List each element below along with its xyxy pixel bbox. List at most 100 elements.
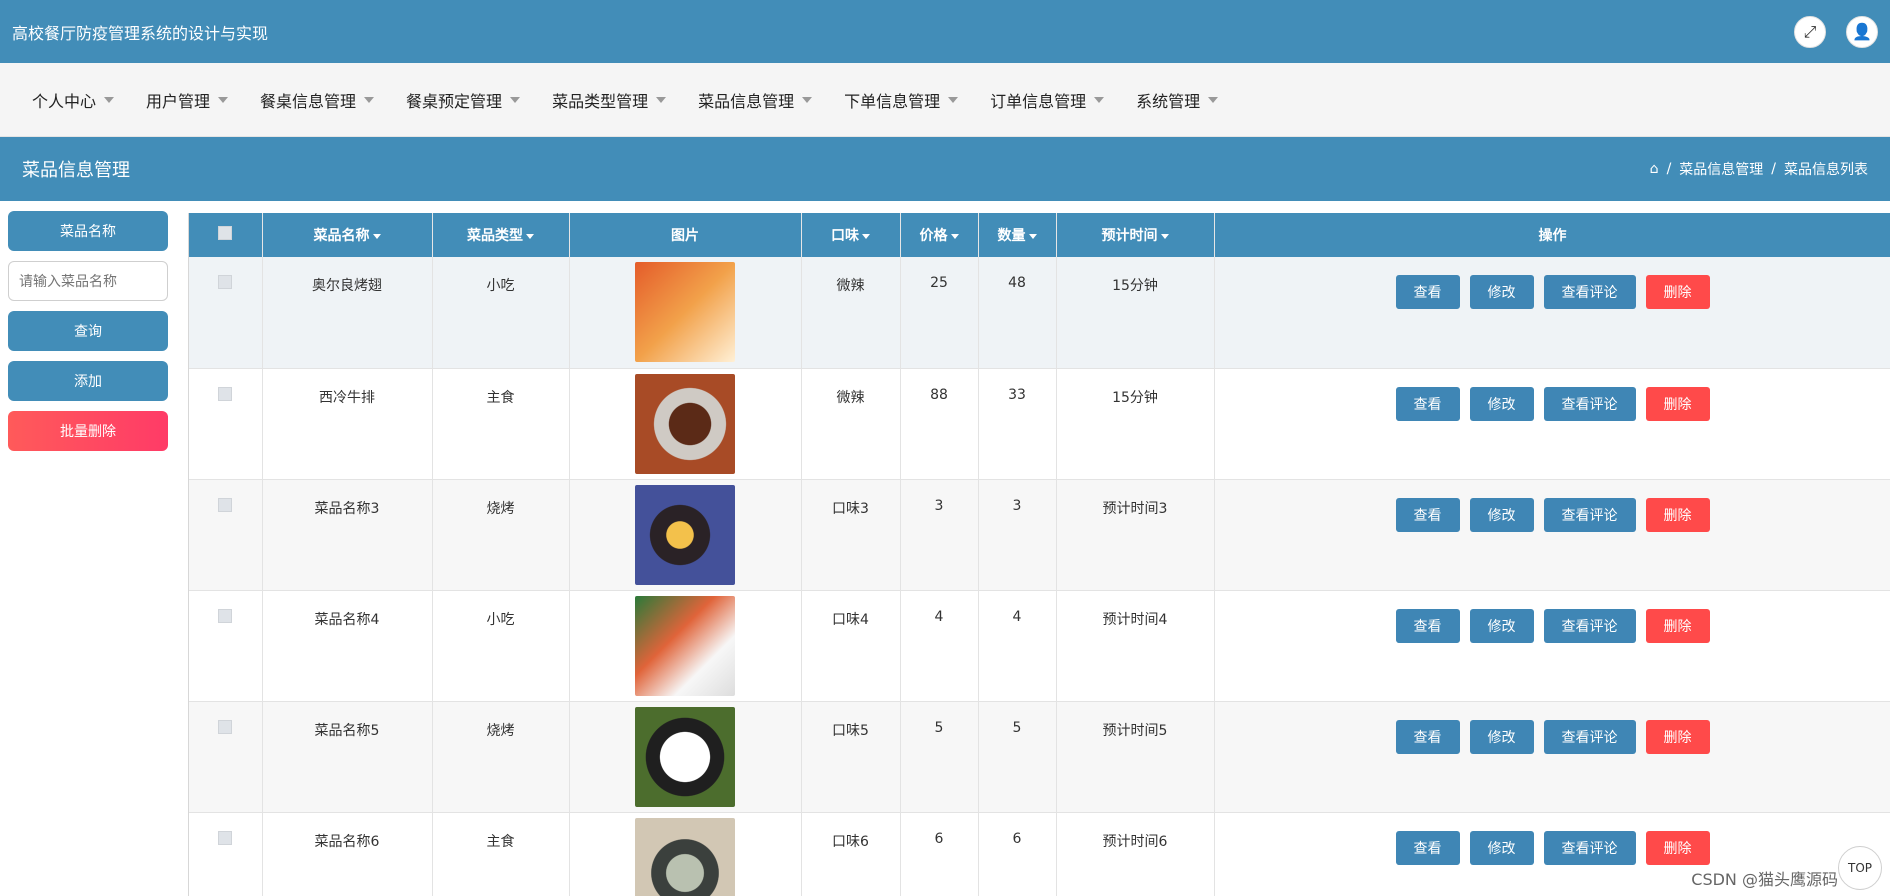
nav-label: 菜品类型管理 xyxy=(552,91,649,111)
cell-eta: 预计时间3 xyxy=(1056,479,1215,591)
nav-table-booking[interactable]: 餐桌预定管理 xyxy=(406,88,521,112)
view-button[interactable]: 查看 xyxy=(1395,386,1460,421)
nav-personal-center[interactable]: 个人中心 xyxy=(32,88,115,112)
row-select[interactable] xyxy=(189,257,263,369)
col-header-name[interactable]: 菜品名称 xyxy=(262,213,433,257)
cell-name: 菜品名称4 xyxy=(262,590,433,702)
row-actions: 查看 修改 查看评论 删除 xyxy=(1216,497,1890,532)
view-button[interactable]: 查看 xyxy=(1395,497,1460,532)
row-select[interactable] xyxy=(189,812,263,896)
table-row: 菜品名称5 烧烤 口味5 5 5 预计时间5 查看 修改 查看评论 删除 xyxy=(189,701,1890,813)
row-select[interactable] xyxy=(189,701,263,813)
row-select[interactable] xyxy=(189,590,263,702)
view-button[interactable]: 查看 xyxy=(1395,830,1460,865)
fullscreen-icon[interactable]: ⤢ xyxy=(1794,15,1826,48)
view-comments-button[interactable]: 查看评论 xyxy=(1543,719,1636,754)
edit-button[interactable]: 修改 xyxy=(1469,830,1534,865)
checkbox[interactable] xyxy=(218,608,233,623)
cell-eta: 15分钟 xyxy=(1056,257,1215,369)
row-select[interactable] xyxy=(189,368,263,480)
nav-label: 餐桌预定管理 xyxy=(406,91,503,111)
sort-icon xyxy=(526,233,534,239)
view-button[interactable]: 查看 xyxy=(1395,608,1460,643)
col-header-qty[interactable]: 数量 xyxy=(978,213,1057,257)
main-nav: 个人中心 用户管理 餐桌信息管理 餐桌预定管理 菜品类型管理 菜品信息管理 下单… xyxy=(0,63,1890,137)
header-label: 口味 xyxy=(831,228,859,244)
col-header-actions: 操作 xyxy=(1214,213,1890,257)
view-comments-button[interactable]: 查看评论 xyxy=(1543,386,1636,421)
cell-taste: 口味5 xyxy=(801,701,901,813)
col-header-taste[interactable]: 口味 xyxy=(801,213,901,257)
row-select[interactable] xyxy=(189,479,263,591)
nav-label: 订单信息管理 xyxy=(990,91,1087,111)
dish-image xyxy=(635,595,735,696)
batch-delete-button[interactable]: 批量删除 xyxy=(8,411,168,451)
delete-button[interactable]: 删除 xyxy=(1645,497,1710,532)
view-comments-button[interactable]: 查看评论 xyxy=(1543,275,1636,309)
select-all-header[interactable] xyxy=(189,213,263,257)
cell-type: 烧烤 xyxy=(432,479,570,591)
search-input[interactable] xyxy=(8,261,168,301)
cell-eta: 预计时间6 xyxy=(1056,812,1215,896)
user-icon[interactable]: 👤 xyxy=(1846,15,1878,48)
watermark: CSDN @猫头鹰源码 xyxy=(1691,870,1838,889)
edit-button[interactable]: 修改 xyxy=(1469,719,1534,754)
view-comments-button[interactable]: 查看评论 xyxy=(1543,497,1636,532)
cell-taste: 口味3 xyxy=(801,479,901,591)
cell-actions: 查看 修改 查看评论 删除 xyxy=(1214,368,1890,480)
table-row: 菜品名称4 小吃 口味4 4 4 预计时间4 查看 修改 查看评论 删除 xyxy=(189,590,1890,702)
nav-dish-info[interactable]: 菜品信息管理 xyxy=(698,88,813,112)
sort-icon xyxy=(1028,233,1037,239)
cell-taste: 口味6 xyxy=(801,812,901,896)
checkbox[interactable] xyxy=(218,719,233,734)
col-header-type[interactable]: 菜品类型 xyxy=(432,213,570,257)
delete-button[interactable]: 删除 xyxy=(1645,719,1710,754)
nav-order-info[interactable]: 订单信息管理 xyxy=(990,88,1105,112)
nav-system-management[interactable]: 系统管理 xyxy=(1136,88,1219,112)
checkbox[interactable] xyxy=(218,830,233,845)
edit-button[interactable]: 修改 xyxy=(1469,497,1534,532)
view-comments-button[interactable]: 查看评论 xyxy=(1543,608,1636,643)
back-to-top-button[interactable]: TOP xyxy=(1838,846,1882,890)
delete-button[interactable]: 删除 xyxy=(1645,275,1710,309)
nav-user-management[interactable]: 用户管理 xyxy=(146,88,229,112)
dish-image xyxy=(635,373,735,474)
delete-button[interactable]: 删除 xyxy=(1645,830,1710,865)
chevron-down-icon xyxy=(218,96,229,103)
breadcrumb-item[interactable]: 菜品信息管理 xyxy=(1679,159,1763,179)
view-button[interactable]: 查看 xyxy=(1395,719,1460,754)
data-table: 菜品名称 菜品类型 图片 口味 价格 数量 预计时间 操作 奥尔良烤翅 小吃 微… xyxy=(188,213,1890,896)
table-row: 菜品名称3 烧烤 口味3 3 3 预计时间3 查看 修改 查看评论 删除 xyxy=(189,479,1890,591)
cell-qty: 48 xyxy=(978,257,1057,369)
checkbox[interactable] xyxy=(218,497,233,512)
cell-actions: 查看 修改 查看评论 删除 xyxy=(1214,257,1890,369)
row-actions: 查看 修改 查看评论 删除 xyxy=(1216,830,1890,865)
view-comments-button[interactable]: 查看评论 xyxy=(1543,830,1636,865)
home-icon[interactable]: ⌂ xyxy=(1650,161,1659,177)
row-actions: 查看 修改 查看评论 删除 xyxy=(1216,386,1890,421)
cell-price: 4 xyxy=(900,590,979,702)
header-label: 菜品名称 xyxy=(313,228,370,244)
edit-button[interactable]: 修改 xyxy=(1469,608,1534,643)
delete-button[interactable]: 删除 xyxy=(1645,608,1710,643)
nav-order-placing[interactable]: 下单信息管理 xyxy=(844,88,959,112)
row-actions: 查看 修改 查看评论 删除 xyxy=(1216,608,1890,643)
nav-table-info[interactable]: 餐桌信息管理 xyxy=(260,88,375,112)
col-header-eta[interactable]: 预计时间 xyxy=(1056,213,1215,257)
checkbox[interactable] xyxy=(218,386,233,401)
col-header-price[interactable]: 价格 xyxy=(900,213,979,257)
view-button[interactable]: 查看 xyxy=(1395,275,1460,309)
search-button[interactable]: 查询 xyxy=(8,311,168,351)
cell-image xyxy=(569,257,802,369)
cell-type: 小吃 xyxy=(432,257,570,369)
delete-button[interactable]: 删除 xyxy=(1645,386,1710,421)
edit-button[interactable]: 修改 xyxy=(1469,386,1534,421)
edit-button[interactable]: 修改 xyxy=(1469,275,1534,309)
add-button[interactable]: 添加 xyxy=(8,361,168,401)
checkbox[interactable] xyxy=(218,275,233,289)
header-label: 预计时间 xyxy=(1101,228,1158,244)
cell-taste: 微辣 xyxy=(801,368,901,480)
checkbox[interactable] xyxy=(218,226,233,240)
nav-dish-type[interactable]: 菜品类型管理 xyxy=(552,88,667,112)
top-header: 高校餐厅防疫管理系统的设计与实现 ⤢ 👤 xyxy=(0,0,1890,63)
